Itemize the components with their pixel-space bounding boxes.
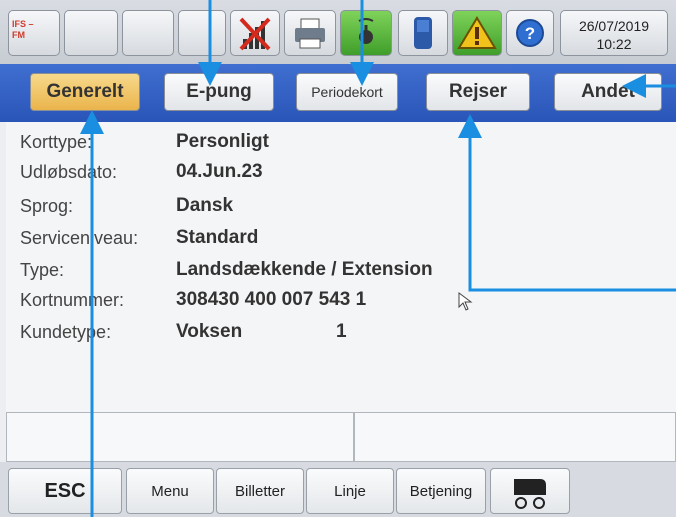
esc-button[interactable]: ESC (8, 468, 122, 514)
stroller-button[interactable] (490, 468, 570, 514)
svg-text:?: ? (525, 24, 535, 43)
info-row-sprog: Sprog: Dansk (6, 194, 676, 222)
bottom-bar: ESC Menu Billetter Linje Betjening (0, 462, 676, 517)
info-value: Landsdækkende / Extension (176, 259, 433, 280)
gps-icon[interactable] (340, 10, 392, 56)
no-signal-icon[interactable] (230, 10, 280, 56)
empty-slot (122, 10, 174, 56)
tickets-button[interactable]: Billetter (216, 468, 304, 514)
empty-slot (64, 10, 118, 56)
info-label: Type: (20, 260, 65, 280)
info-row-korttype: Korttype: Personligt (6, 130, 676, 158)
info-value: 308430 400 007 543 1 (176, 289, 367, 310)
clock-panel: 26/07/2019 10:22 (560, 10, 668, 56)
info-value: Standard (176, 227, 259, 248)
info-value: Dansk (176, 195, 234, 216)
message-area (6, 412, 676, 462)
info-row-kortnummer: Kortnummer: 308430 400 007 543 1 (6, 288, 676, 316)
tab-periodekort[interactable]: Periodekort (296, 73, 398, 111)
ifs-slot: IFS – FM (8, 10, 60, 56)
stroller-icon (514, 479, 546, 509)
info-row-kundetype: Kundetype: Voksen 1 (6, 320, 676, 348)
info-label: Kortnummer: (20, 290, 125, 310)
line-button[interactable]: Linje (306, 468, 394, 514)
warning-icon[interactable] (452, 10, 502, 56)
cursor-icon (458, 292, 473, 311)
info-row-type: Type: Landsdækkende / Extension (6, 258, 676, 286)
printer-icon[interactable] (284, 10, 336, 56)
time-display: 10:22 (596, 36, 632, 52)
info-value: Personligt (176, 131, 269, 152)
info-value: 04.Jun.23 (176, 161, 263, 182)
info-row-serviceniveau: Serviceniveau: Standard (6, 226, 676, 254)
customer-count: 1 (336, 321, 347, 342)
tab-bar: Generelt E-pung Periodekort Rejser Andet (0, 64, 676, 122)
info-label: Udløbsdato: (20, 162, 118, 182)
info-row-udlobsdato: Udløbsdato: 04.Jun.23 (6, 160, 676, 188)
info-label: Sprog: (20, 196, 74, 216)
ifs-label: IFS – FM (12, 19, 34, 40)
card-info-panel: Korttype: Personligt Udløbsdato: 04.Jun.… (6, 122, 676, 412)
date-display: 26/07/2019 (578, 18, 650, 34)
info-label: Kundetype: (20, 322, 112, 342)
menu-button[interactable]: Menu (126, 468, 214, 514)
info-label: Korttype: (20, 132, 93, 152)
status-bar: IFS – FM ? 26/07/2019 10:22 (0, 0, 676, 64)
card-reader-icon[interactable] (398, 10, 448, 56)
info-value: Voksen (176, 321, 243, 342)
message-box-left (6, 412, 354, 462)
tab-rejser[interactable]: Rejser (426, 73, 530, 111)
help-icon[interactable]: ? (506, 10, 554, 56)
tab-e-pung[interactable]: E-pung (164, 73, 274, 111)
info-label: Serviceniveau: (20, 228, 139, 248)
empty-slot (178, 10, 226, 56)
message-box-right (354, 412, 676, 462)
ticket-machine-screen: IFS – FM ? 26/07/2019 10:22 Generelt E-p… (0, 0, 676, 517)
service-button[interactable]: Betjening (396, 468, 486, 514)
tab-generelt[interactable]: Generelt (30, 73, 140, 111)
tab-andet[interactable]: Andet (554, 73, 662, 111)
